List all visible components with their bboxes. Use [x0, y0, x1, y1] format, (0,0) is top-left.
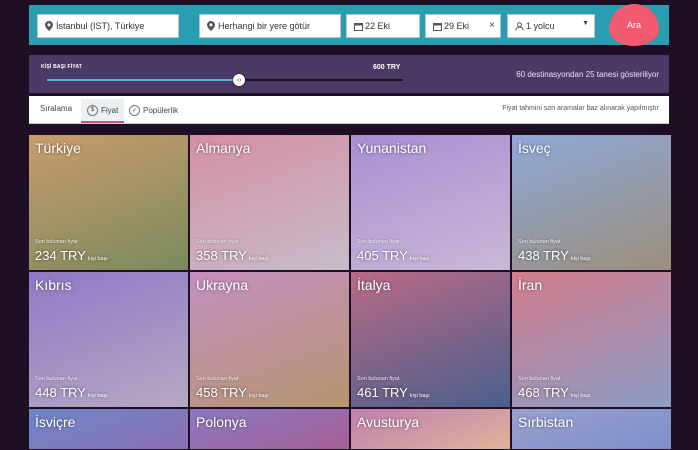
destination-card[interactable]: Yunanistan Son bulunan fiyat 405 TRY kişi b… — [351, 135, 510, 270]
destination-name: Polonya — [196, 414, 247, 430]
per-person-label: kişi başı — [570, 393, 591, 399]
destination-placeholder: Herhangi bir yere götür — [218, 21, 311, 31]
last-price-label: Son bulunan fiyat — [357, 376, 400, 382]
destination-name: Kıbrıs — [35, 277, 72, 293]
destination-card[interactable]: Kıbrıs Son bulunan fiyat 448 TRY kişi başı — [29, 272, 188, 407]
price-value: 438 TRY — [518, 248, 569, 263]
results-summary: 60 destinasyondan 25 tanesi gösteriliyor — [516, 70, 659, 79]
destination-price: 468 TRY kişi başı — [518, 385, 591, 400]
destination-name: İsviçre — [35, 414, 76, 430]
location-pin-icon — [204, 21, 218, 31]
destination-name: Almanya — [196, 140, 251, 156]
destination-name: Sırbistan — [518, 414, 574, 430]
price-value: 405 TRY — [357, 248, 408, 263]
depart-date-value: 22 Eki — [365, 21, 391, 31]
last-price-label: Son bulunan fiyat — [196, 239, 239, 245]
destination-field[interactable]: Herhangi bir yere götür — [199, 14, 341, 38]
person-icon — [512, 21, 526, 31]
last-price-label: Son bulunan fiyat — [357, 239, 400, 245]
destination-name: Ukrayna — [196, 277, 249, 293]
search-button[interactable]: Ara — [609, 4, 659, 46]
destination-grid: Türkiye Son bulunan fiyat 234 TRY kişi başı… — [29, 135, 671, 450]
clear-icon[interactable]: × — [489, 20, 495, 31]
destination-price: 461 TRY kişi başı — [357, 385, 430, 400]
destination-price: 448 TRY kişi başı — [35, 385, 108, 400]
per-person-label: kişi başı — [248, 393, 269, 399]
per-person-label: kişi başı — [570, 256, 591, 262]
location-pin-icon — [42, 21, 56, 31]
price-value: 448 TRY — [35, 385, 86, 400]
price-value: 458 TRY — [196, 385, 247, 400]
per-person-label: kişi başı — [87, 393, 108, 399]
sort-tab-price[interactable]: $ Fiyat — [81, 99, 125, 123]
per-person-label: kişi başı — [409, 256, 430, 262]
sort-tab-label: Fiyat — [101, 105, 119, 115]
chevron-down-icon: ▼ — [582, 20, 589, 27]
price-slider-fill — [47, 79, 240, 81]
per-person-label: kişi başı — [409, 393, 430, 399]
destination-price: 358 TRY kişi başı — [196, 248, 269, 263]
price-value: 461 TRY — [357, 385, 408, 400]
destination-price — [518, 427, 520, 442]
sort-bar: Sıralama $ Fiyat ✓ Popülerlik Fiyat tahm… — [29, 96, 669, 124]
destination-name: İran — [518, 277, 543, 293]
destination-card[interactable]: Avusturya — [351, 409, 510, 449]
destination-card[interactable]: İran Son bulunan fiyat 468 TRY kişi başı — [512, 272, 671, 407]
calendar-icon — [430, 22, 444, 31]
price-value: 234 TRY — [35, 248, 86, 263]
depart-date-field[interactable]: 22 Eki — [346, 14, 420, 38]
sort-tab-popularity[interactable]: ✓ Popülerlik — [125, 99, 182, 121]
destination-price — [196, 427, 198, 442]
destination-card[interactable]: Ukrayna Son bulunan fiyat 458 TRY kişi başı — [190, 272, 349, 407]
destination-name: Yunanistan — [357, 140, 427, 156]
destination-price: 234 TRY kişi başı — [35, 248, 108, 263]
price-filter-value: 600 TRY — [373, 64, 401, 71]
destination-card[interactable]: İtalya Son bulunan fiyat 461 TRY kişi başı — [351, 272, 510, 407]
destination-price: 438 TRY kişi başı — [518, 248, 591, 263]
search-bar: İstanbul (IST), Türkiye Herhangi bir yer… — [29, 5, 669, 45]
destination-price: 458 TRY kişi başı — [196, 385, 269, 400]
price-value: 468 TRY — [518, 385, 569, 400]
destination-name: Avusturya — [357, 414, 419, 430]
last-price-label: Son bulunan fiyat — [35, 376, 78, 382]
destination-price — [357, 427, 359, 442]
sort-tab-label: Popülerlik — [143, 105, 179, 115]
destination-name: İtalya — [357, 277, 391, 293]
last-price-label: Son bulunan fiyat — [196, 376, 239, 382]
check-circle-icon: ✓ — [129, 104, 140, 116]
destination-card[interactable]: Polonya — [190, 409, 349, 449]
destination-price: 405 TRY kişi başı — [357, 248, 430, 263]
per-person-label: kişi başı — [248, 256, 269, 262]
price-estimate-note: Fiyat tahmini son aramalar baz alınarak … — [502, 105, 659, 112]
destination-price — [35, 427, 37, 442]
price-slider-handle[interactable]: ‹› — [233, 74, 246, 86]
calendar-icon — [351, 22, 365, 31]
origin-field[interactable]: İstanbul (IST), Türkiye — [37, 14, 179, 38]
return-date-value: 29 Eki — [444, 21, 470, 31]
price-filter-label: KİŞİ BAŞI FİYAT — [41, 64, 83, 70]
destination-card[interactable]: İsveç Son bulunan fiyat 438 TRY kişi başı — [512, 135, 671, 270]
destination-card[interactable]: Türkiye Son bulunan fiyat 234 TRY kişi başı — [29, 135, 188, 270]
sort-label: Sıralama — [40, 104, 73, 113]
destination-card[interactable]: Almanya Son bulunan fiyat 358 TRY kişi başı — [190, 135, 349, 270]
last-price-label: Son bulunan fiyat — [518, 239, 561, 245]
origin-value: İstanbul (IST), Türkiye — [56, 21, 145, 31]
price-filter-panel: KİŞİ BAŞI FİYAT 600 TRY ‹› 60 destinasyo… — [29, 55, 669, 93]
price-value: 358 TRY — [196, 248, 247, 263]
destination-card[interactable]: İsviçre — [29, 409, 188, 449]
price-slider-track[interactable]: ‹› — [47, 74, 403, 86]
passengers-value: 1 yolcu — [526, 21, 555, 31]
per-person-label: kişi başı — [87, 256, 108, 262]
last-price-label: Son bulunan fiyat — [518, 376, 561, 382]
destination-name: İsveç — [518, 140, 551, 156]
last-price-label: Son bulunan fiyat — [35, 239, 78, 245]
return-date-field[interactable]: 29 Eki × — [425, 14, 501, 38]
destination-card[interactable]: Sırbistan — [512, 409, 671, 449]
passengers-dropdown[interactable]: 1 yolcu ▼ — [507, 14, 595, 38]
price-tag-icon: $ — [87, 104, 98, 116]
destination-name: Türkiye — [35, 140, 81, 156]
